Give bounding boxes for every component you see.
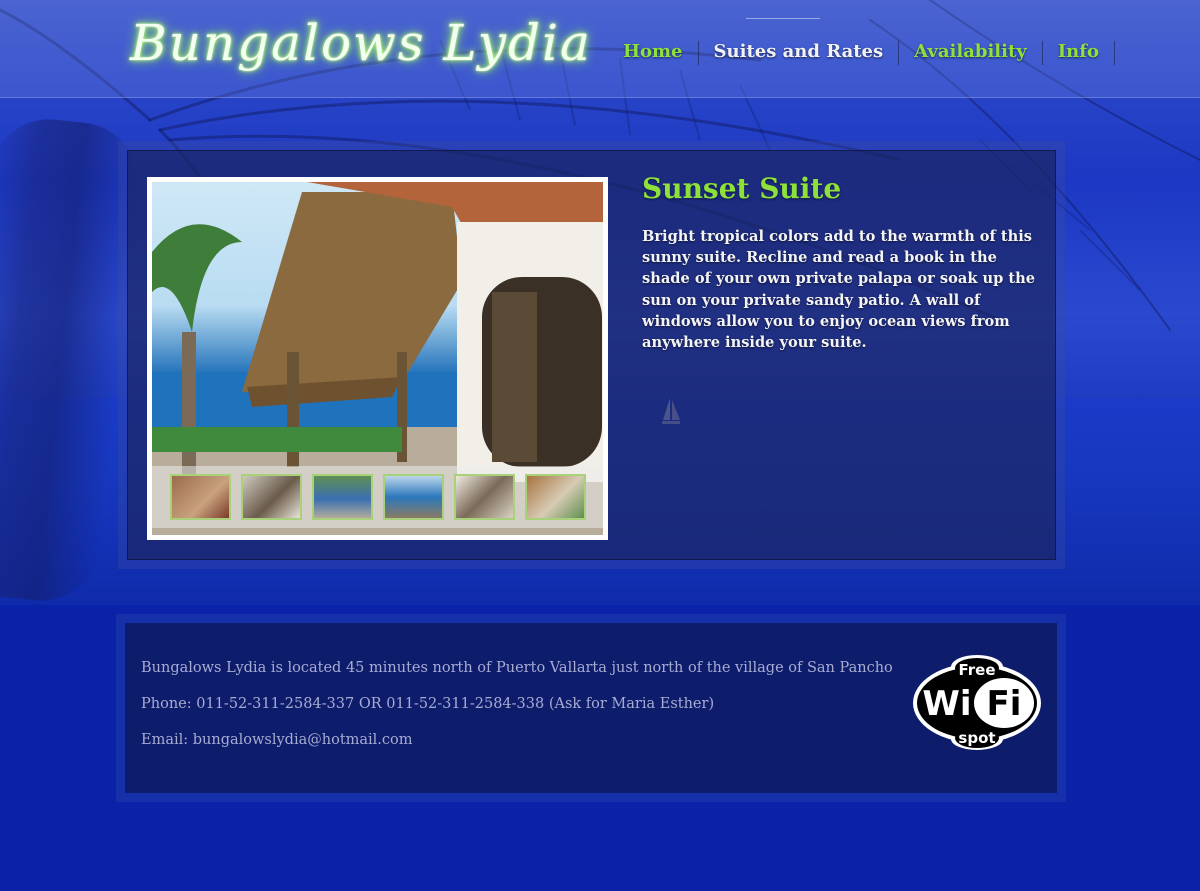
nav-home[interactable]: Home xyxy=(608,41,699,65)
nav-active-indicator xyxy=(746,18,820,19)
thumbnail-5[interactable] xyxy=(454,474,515,520)
nav-availability[interactable]: Availability xyxy=(899,41,1043,65)
thumbnail-1[interactable] xyxy=(170,474,231,520)
footer-email-link[interactable]: Email: bungalowslydia@hotmail.com xyxy=(141,732,413,748)
footer-phone-text: Phone: 011-52-311-2584-337 OR 011-52-311… xyxy=(141,696,715,712)
site-header: Bungalows Lydia Home Suites and Rates Av… xyxy=(0,0,1200,98)
wifi-wi-label: Wi xyxy=(922,684,971,724)
suite-title: Sunset Suite xyxy=(642,172,842,205)
suite-description: Bright tropical colors add to the warmth… xyxy=(642,228,1036,352)
free-wifi-spot-icon: Free Wi Fi spot xyxy=(913,655,1041,750)
wifi-spot-label: spot xyxy=(958,729,995,747)
thumbnail-6[interactable] xyxy=(525,474,586,520)
thumbnail-2[interactable] xyxy=(241,474,302,520)
site-logo[interactable]: Bungalows Lydia xyxy=(130,14,592,72)
wifi-fi-label: Fi xyxy=(987,684,1022,724)
suite-gallery xyxy=(147,177,608,540)
thumbnail-3[interactable] xyxy=(312,474,373,520)
thumbnail-4[interactable] xyxy=(383,474,444,520)
thumbnail-strip xyxy=(152,466,603,528)
footer-location-text: Bungalows Lydia is located 45 minutes no… xyxy=(141,660,893,676)
main-nav: Home Suites and Rates Availability Info xyxy=(608,40,1115,66)
nav-suites-and-rates[interactable]: Suites and Rates xyxy=(699,41,900,65)
nav-info[interactable]: Info xyxy=(1043,41,1115,65)
suite-main-photo[interactable] xyxy=(152,182,603,535)
wifi-free-label: Free xyxy=(958,661,995,679)
